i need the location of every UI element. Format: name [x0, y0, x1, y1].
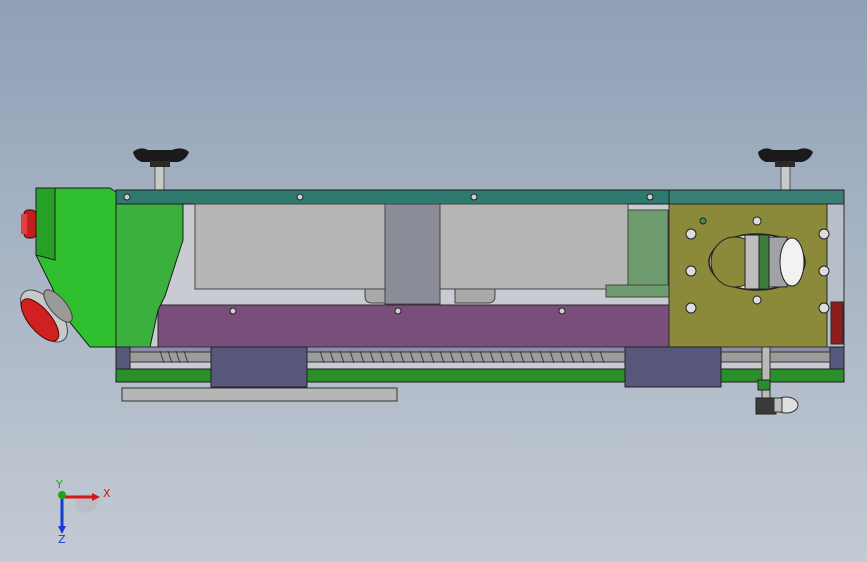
x-axis-label: X: [103, 487, 111, 500]
left-clamp-knob[interactable]: [133, 148, 189, 194]
slider-drawer[interactable]: [157, 304, 671, 348]
coordinate-triad: X Y Z: [55, 478, 111, 546]
model-drawing: X Y Z: [20, 148, 845, 546]
guide-bar: [121, 387, 398, 402]
y-axis-dot: [58, 491, 66, 499]
carriage-block-right[interactable]: [624, 346, 722, 388]
interior-panels: [194, 203, 671, 305]
z-axis-label: Z: [58, 533, 66, 546]
cad-viewport[interactable]: X Y Z: [0, 0, 867, 562]
red-stop-button[interactable]: [21, 209, 37, 239]
carriage-block-left[interactable]: [210, 346, 308, 388]
right-clamp-knob[interactable]: [758, 148, 813, 194]
y-axis-label: Y: [55, 478, 63, 491]
mount-plate[interactable]: [668, 203, 845, 349]
